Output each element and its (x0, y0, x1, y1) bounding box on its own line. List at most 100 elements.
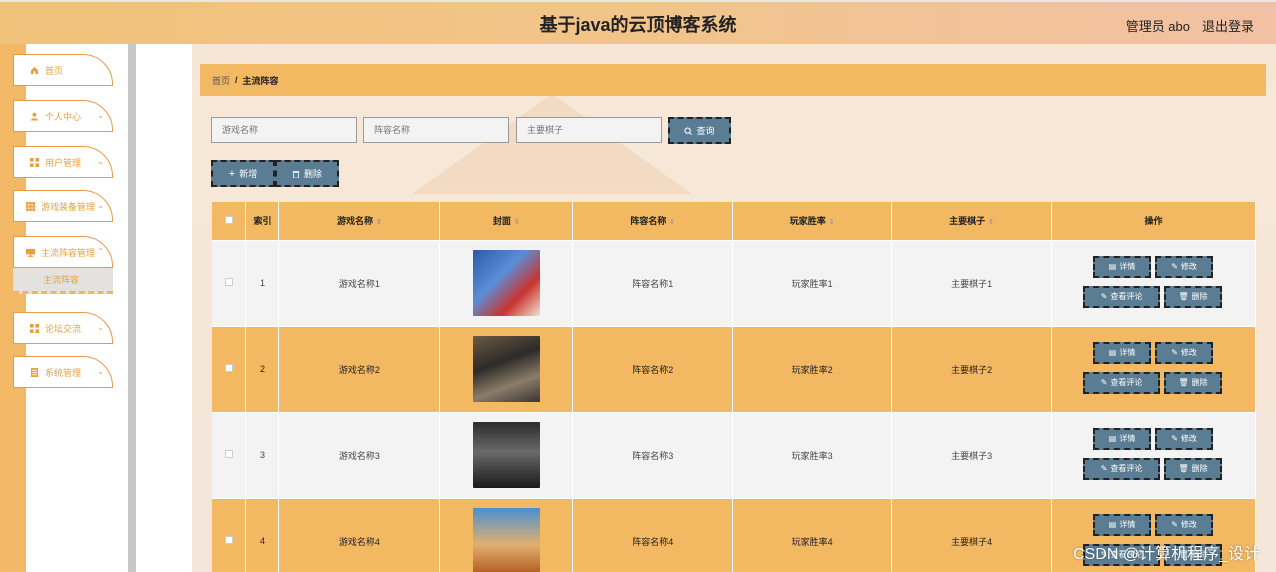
sidebar-item-users[interactable]: 用户管理 ⌄ (13, 146, 113, 178)
lineup-table: 索引 游戏名称 ⇕ 封面 ⇕ 阵容名称 ⇕ 玩家胜率 ⇕ 主要棋子 ⇕ 操作 1 游戏名称… (212, 202, 1256, 572)
table-row: 1 游戏名称1 阵容名称1 玩家胜率1 主要棋子1 ▤ 详情 ✎ 修改 ✎ 查看评论 … (212, 239, 1256, 326)
edit-icon: ✎ (1100, 292, 1108, 301)
trash-icon: 🗑 (1178, 292, 1189, 301)
cover-image (472, 250, 540, 316)
table-row: 2 游戏名称2 阵容名称2 玩家胜率2 主要棋子2 ▤ 详情 ✎ 修改 ✎ 查看评论 … (212, 325, 1256, 412)
chevron-down-icon: ⌄ (97, 201, 104, 210)
edit-icon: ✎ (1171, 262, 1178, 271)
row-delete-button[interactable]: 🗑 删除 (1164, 285, 1223, 308)
col-cover[interactable]: 封面 ⇕ (439, 202, 574, 240)
sort-icon[interactable]: ⇕ (376, 219, 382, 226)
row-select-cell[interactable] (212, 497, 247, 572)
sidebar-item-label: 主流阵容管理 (41, 247, 96, 258)
chess-search-input[interactable] (516, 117, 662, 143)
query-button-label: 查询 (696, 126, 715, 136)
row-game-name: 游戏名称1 (278, 239, 441, 326)
row-actions: ▤ 详情 ✎ 修改 ✎ 查看评论 🗑 删除 (1052, 327, 1255, 412)
sidebar-item-label: 论坛交流 (45, 323, 82, 334)
csdn-watermark: CSDN @计算机程序_设计 (1073, 546, 1260, 563)
row-game-name: 游戏名称3 (278, 411, 441, 498)
sidebar-item-system[interactable]: 系统管理 ⌄ (13, 356, 113, 388)
sidebar-item-profile[interactable]: 个人中心 ⌄ (13, 100, 113, 132)
edit-button[interactable]: ✎ 修改 (1155, 513, 1214, 536)
row-winrate: 玩家胜率2 (732, 325, 893, 412)
col-chess[interactable]: 主要棋子 ⇕ (891, 202, 1053, 240)
add-button[interactable]: + 新增 (211, 160, 275, 187)
sidebar-item-forum[interactable]: 论坛交流 ⌄ (13, 312, 113, 344)
row-cover-cell (439, 411, 574, 498)
sidebar-item-home[interactable]: 首页 (13, 54, 113, 86)
lineup-name-search-input[interactable] (363, 117, 509, 143)
sidebar-scrollbar[interactable] (128, 44, 136, 572)
row-index: 4 (245, 497, 280, 572)
row-select-cell[interactable] (212, 411, 247, 498)
row-chess: 主要棋子2 (891, 325, 1053, 412)
breadcrumb-home[interactable]: 首页 (212, 74, 230, 87)
sidebar-item-label: 首页 (45, 65, 64, 76)
detail-button[interactable]: ▤ 详情 (1093, 427, 1152, 450)
col-winrate[interactable]: 玩家胜率 ⇕ (732, 202, 893, 240)
edit-button[interactable]: ✎ 修改 (1155, 255, 1214, 278)
sort-icon[interactable]: ⇕ (514, 219, 520, 226)
col-winrate-label: 玩家胜率 (789, 216, 826, 227)
col-game-name[interactable]: 游戏名称 ⇕ (278, 202, 441, 240)
row-delete-button[interactable]: 🗑 删除 (1164, 457, 1223, 480)
review-button-label: 查看评论 (1110, 378, 1143, 387)
edit-button-label: 修改 (1180, 434, 1197, 443)
main-content: 首页 / 主流阵容 查询 + 新增 删除 索引 游戏名称⇕ 封面⇕ 阵容名称⇕ … (192, 44, 1276, 572)
select-all-cell[interactable] (212, 202, 247, 240)
sort-icon[interactable]: ⇕ (988, 219, 994, 226)
row-checkbox[interactable] (224, 364, 233, 372)
sidebar-item-lineup[interactable]: 主流阵容管理 ⌃ (13, 236, 113, 268)
row-checkbox[interactable] (224, 450, 233, 458)
row-select-cell[interactable] (212, 325, 247, 412)
detail-button-label: 详情 (1119, 520, 1136, 529)
chevron-up-icon: ⌃ (97, 247, 104, 256)
sidebar-item-label: 个人中心 (45, 111, 82, 122)
detail-button[interactable]: ▤ 详情 (1093, 255, 1152, 278)
row-select-cell[interactable] (212, 239, 247, 326)
grid-icon (30, 323, 39, 333)
game-name-search-input[interactable] (211, 117, 357, 143)
col-actions: 操作 (1051, 202, 1256, 240)
detail-icon: ▤ (1108, 262, 1117, 271)
logout-link[interactable]: 退出登录 (1202, 16, 1254, 35)
user-icon (30, 112, 39, 121)
sort-icon[interactable]: ⇕ (829, 219, 835, 226)
detail-button[interactable]: ▤ 详情 (1093, 341, 1152, 364)
home-icon (30, 66, 39, 74)
row-game-name: 游戏名称2 (278, 325, 441, 412)
cover-image (472, 508, 540, 572)
sidebar-item-equipment[interactable]: 游戏装备管理 ⌄ (13, 190, 113, 222)
sort-icon[interactable]: ⇕ (669, 219, 675, 226)
detail-icon: ▤ (1108, 520, 1117, 529)
row-actions: ▤ 详情 ✎ 修改 ✎ 查看评论 🗑 删除 (1052, 241, 1255, 326)
delete-button[interactable]: 删除 (275, 160, 339, 187)
review-button[interactable]: ✎ 查看评论 (1083, 457, 1161, 480)
chevron-down-icon: ⌄ (97, 323, 104, 332)
row-lineup-name: 阵容名称2 (572, 325, 734, 412)
row-checkbox[interactable] (224, 278, 233, 286)
row-delete-button[interactable]: 🗑 删除 (1164, 371, 1223, 394)
trash-icon: 🗑 (1178, 378, 1189, 387)
select-all-checkbox[interactable] (224, 215, 233, 224)
sidebar-item-label: 用户管理 (45, 157, 82, 168)
col-lineup-name[interactable]: 阵容名称 ⇕ (572, 202, 734, 240)
query-button[interactable]: 查询 (668, 117, 731, 144)
admin-username: 管理员 abo (1125, 19, 1190, 34)
monitor-icon (26, 248, 35, 257)
edit-button[interactable]: ✎ 修改 (1155, 427, 1214, 450)
cover-image (472, 422, 540, 488)
sidebar-subitem-lineup[interactable]: 主流阵容 (13, 268, 113, 294)
edit-button[interactable]: ✎ 修改 (1155, 341, 1214, 364)
review-button[interactable]: ✎ 查看评论 (1083, 285, 1161, 308)
row-index: 1 (245, 239, 280, 326)
top-header: 基于java的云顶博客系统 管理员 abo 退出登录 (0, 0, 1276, 44)
background-triangle (412, 94, 692, 194)
review-button[interactable]: ✎ 查看评论 (1083, 371, 1161, 394)
review-button-label: 查看评论 (1110, 464, 1143, 473)
trash-icon: 🗑 (1178, 464, 1189, 473)
col-index: 索引 (245, 202, 280, 240)
row-checkbox[interactable] (224, 536, 233, 544)
detail-button[interactable]: ▤ 详情 (1093, 513, 1152, 536)
